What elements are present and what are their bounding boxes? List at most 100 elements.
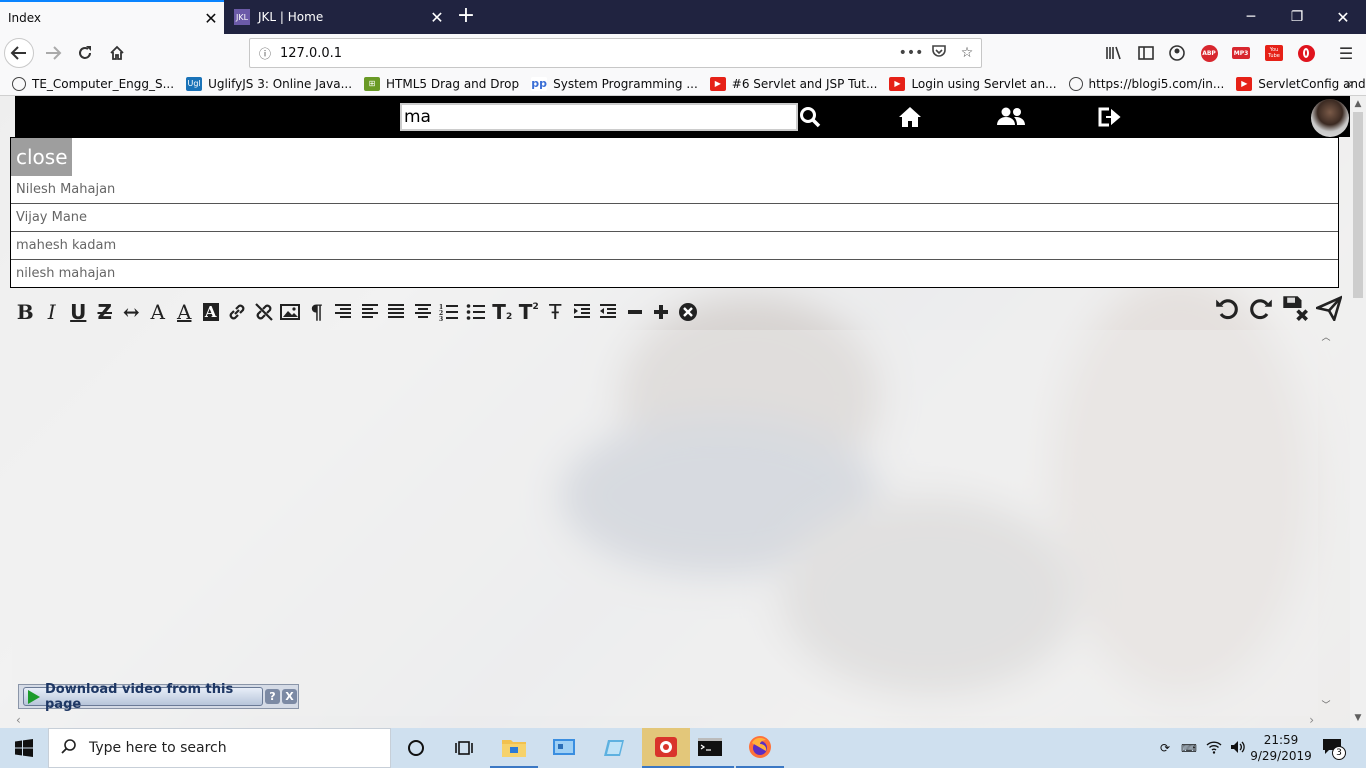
- volume-icon[interactable]: [1226, 740, 1250, 757]
- menu-icon[interactable]: ☰: [1336, 44, 1356, 63]
- bookmark-item[interactable]: Ugl UglifyJS 3: Online Java...: [186, 76, 352, 91]
- avatar[interactable]: [1311, 99, 1349, 137]
- search-icon[interactable]: [796, 105, 824, 129]
- adblock-plus-icon[interactable]: ABP: [1199, 44, 1219, 62]
- redo-icon[interactable]: [1244, 294, 1278, 322]
- sidebar-icon[interactable]: [1136, 44, 1156, 62]
- editor-horizontal-scrollbar[interactable]: ‹ ›: [12, 713, 1318, 728]
- bookmark-star-icon[interactable]: ☆: [953, 45, 981, 61]
- scroll-down-icon[interactable]: ▼: [1350, 710, 1366, 726]
- page-scrollbar[interactable]: ▲ ▼: [1350, 96, 1366, 728]
- unlink-icon[interactable]: [251, 298, 278, 326]
- clear-icon[interactable]: [675, 298, 702, 326]
- close-window-button[interactable]: ✕: [1320, 0, 1366, 34]
- outdent-icon[interactable]: [595, 298, 622, 326]
- youtube-extension-icon[interactable]: You Tube: [1264, 44, 1284, 62]
- strikethrough-icon[interactable]: Z: [92, 298, 119, 326]
- close-icon[interactable]: X: [282, 689, 297, 704]
- library-icon[interactable]: [1104, 44, 1124, 62]
- close-tab-icon[interactable]: ✕: [198, 9, 224, 28]
- horizontal-arrows-icon[interactable]: ↔: [118, 298, 145, 326]
- task-view-icon[interactable]: [440, 728, 488, 768]
- page-actions-icon[interactable]: •••: [897, 45, 925, 61]
- home-icon[interactable]: [896, 105, 924, 129]
- action-center-button[interactable]: 3: [1322, 738, 1348, 760]
- logout-icon[interactable]: [1095, 105, 1123, 129]
- undo-icon[interactable]: [1210, 294, 1244, 322]
- search-result-item[interactable]: mahesh kadam: [11, 232, 1338, 260]
- bookmark-item[interactable]: https://blogi5.com/in...: [1068, 76, 1224, 91]
- bold-icon[interactable]: B: [12, 298, 39, 326]
- mp3-downloader-icon[interactable]: MP3: [1231, 44, 1251, 62]
- paragraph-icon[interactable]: ¶: [304, 298, 331, 326]
- indent-icon[interactable]: [569, 298, 596, 326]
- home-button[interactable]: [102, 38, 132, 68]
- align-center-icon[interactable]: [410, 298, 437, 326]
- url-bar[interactable]: ⓘ 127.0.0.1 ••• ☆: [249, 38, 982, 68]
- search-result-item[interactable]: nilesh mahajan: [11, 260, 1338, 288]
- font-icon[interactable]: A: [145, 298, 172, 326]
- scroll-down-icon[interactable]: ﹀: [1318, 698, 1334, 714]
- plus-icon[interactable]: [648, 298, 675, 326]
- bookmark-item[interactable]: pp System Programming ...: [531, 76, 698, 91]
- scroll-right-icon[interactable]: ›: [1309, 713, 1314, 727]
- remove-format-icon[interactable]: Ŧ: [542, 298, 569, 326]
- restore-button[interactable]: ❐: [1274, 0, 1320, 34]
- taskbar-clock[interactable]: 21:59 9/29/2019: [1250, 732, 1312, 764]
- search-result-item[interactable]: Nilesh Mahajan: [11, 176, 1338, 204]
- justify-icon[interactable]: [383, 298, 410, 326]
- send-icon[interactable]: [1312, 294, 1346, 322]
- subscript-icon[interactable]: T2: [489, 298, 516, 326]
- align-right-icon[interactable]: [330, 298, 357, 326]
- close-tab-icon[interactable]: ✕: [424, 8, 450, 27]
- minus-icon[interactable]: [622, 298, 649, 326]
- search-input[interactable]: [400, 103, 798, 131]
- font-color-icon[interactable]: A: [171, 298, 198, 326]
- download-video-button[interactable]: Download video from this page: [23, 682, 263, 712]
- wifi-icon[interactable]: [1202, 740, 1226, 757]
- command-prompt-icon[interactable]: [686, 728, 734, 768]
- link-icon[interactable]: [224, 298, 251, 326]
- editor-content-area[interactable]: [12, 330, 1318, 716]
- tab-jkl-home[interactable]: JKL JKL | Home ✕: [226, 0, 450, 34]
- bookmark-item[interactable]: TE_Computer_Engg_S...: [12, 76, 174, 91]
- url-text[interactable]: 127.0.0.1: [280, 46, 897, 61]
- italic-icon[interactable]: I: [39, 298, 66, 326]
- editor-vertical-scrollbar[interactable]: ︿ ﹀: [1318, 330, 1334, 716]
- bookmark-item[interactable]: ▶ #6 Servlet and JSP Tut...: [709, 76, 877, 91]
- account-icon[interactable]: [1167, 44, 1187, 62]
- more-bookmarks-icon[interactable]: »: [1345, 76, 1354, 92]
- underline-icon[interactable]: U: [65, 298, 92, 326]
- ordered-list-icon[interactable]: 123: [436, 298, 463, 326]
- align-left-icon[interactable]: [357, 298, 384, 326]
- cortana-icon[interactable]: [392, 728, 440, 768]
- network-sync-icon[interactable]: ⟳: [1154, 741, 1176, 755]
- background-color-icon[interactable]: A: [198, 298, 225, 326]
- back-button[interactable]: [4, 38, 34, 68]
- close-button[interactable]: close: [11, 138, 72, 176]
- superscript-icon[interactable]: T2: [516, 298, 543, 326]
- start-button[interactable]: [0, 728, 48, 768]
- forward-button[interactable]: [38, 38, 68, 68]
- image-icon[interactable]: [277, 298, 304, 326]
- new-tab-button[interactable]: +: [454, 4, 478, 28]
- opera-extension-icon[interactable]: [1296, 44, 1316, 62]
- firefox-icon[interactable]: [736, 728, 784, 768]
- users-icon[interactable]: [997, 105, 1025, 129]
- tab-index[interactable]: Index ✕: [0, 0, 224, 34]
- image-app-icon[interactable]: [642, 728, 690, 768]
- search-result-item[interactable]: Vijay Mane: [11, 204, 1338, 232]
- input-method-icon[interactable]: ⌨: [1176, 742, 1202, 755]
- scroll-left-icon[interactable]: ‹: [16, 713, 21, 727]
- unordered-list-icon[interactable]: [463, 298, 490, 326]
- bookmark-item[interactable]: ⊞ HTML5 Drag and Drop: [364, 76, 519, 91]
- control-panel-icon[interactable]: [540, 728, 588, 768]
- help-icon[interactable]: ?: [265, 689, 280, 704]
- save-cancel-icon[interactable]: [1278, 294, 1312, 322]
- scroll-up-icon[interactable]: ︿: [1318, 330, 1334, 346]
- pocket-icon[interactable]: [925, 44, 953, 62]
- site-info-icon[interactable]: ⓘ: [250, 45, 280, 62]
- bookmark-item[interactable]: ▶ Login using Servlet an...: [889, 76, 1057, 91]
- scrollbar-thumb[interactable]: [1353, 112, 1363, 298]
- eraser-app-icon[interactable]: [590, 728, 638, 768]
